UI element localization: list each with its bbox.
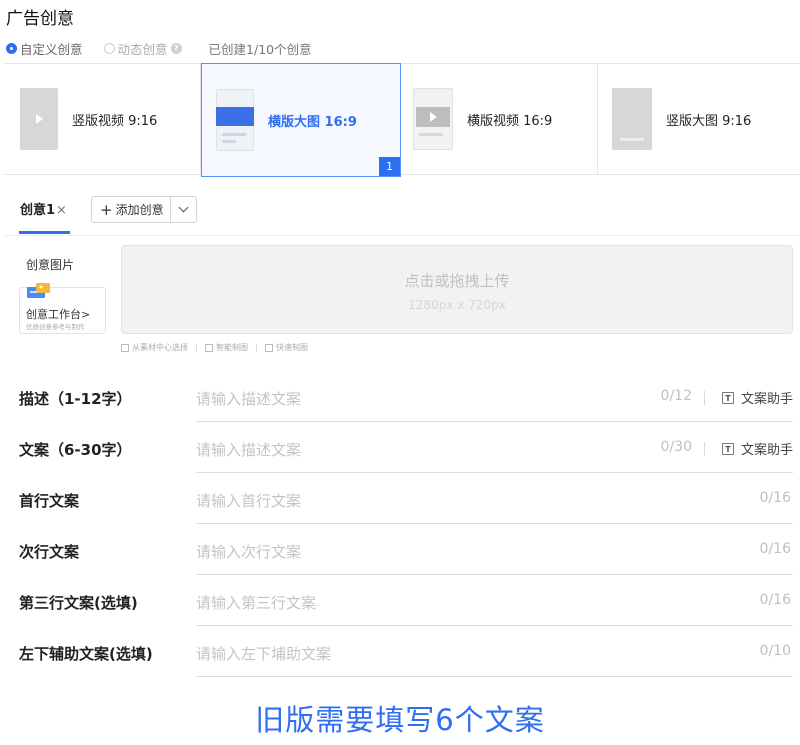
- format-selector: 竖版视频 9:16 横版大图 16:9 1 横版视频 16:9 竖版大图 9:1…: [4, 63, 800, 177]
- add-creative-button[interactable]: + 添加创意: [92, 197, 171, 222]
- field-bottom-left-copy: 左下辅助文案(选填) 请输入左下埔助文案 0/10: [19, 626, 793, 678]
- tab-creative-1[interactable]: 创意1×: [20, 199, 67, 218]
- char-counter: 0/30: [660, 439, 692, 455]
- helper-label: 文案助手: [740, 392, 793, 407]
- char-counter: 0/16: [759, 592, 791, 608]
- creative-image-label: 创意图片: [26, 258, 75, 272]
- smart-design-label: 智能制图: [216, 343, 248, 352]
- copy-assistant-button[interactable]: T 文案助手: [721, 439, 793, 458]
- quick-design-label: 快速制图: [276, 343, 308, 352]
- copy-input[interactable]: 请输入描述文案 0/30 T 文案助手: [196, 422, 793, 473]
- format-label: 横版视频 16:9: [467, 113, 553, 129]
- annotation-note: 旧版需要填写6个文案: [255, 703, 545, 737]
- add-creative-label: 添加创意: [115, 203, 164, 217]
- input-placeholder: 请输入次行文案: [196, 543, 302, 561]
- helper-label: 文案助手: [740, 443, 793, 458]
- divider: [256, 343, 257, 352]
- format-vertical-video[interactable]: 竖版视频 9:16: [4, 64, 201, 174]
- vertical-image-icon: [612, 88, 652, 150]
- char-counter: 0/16: [759, 490, 791, 506]
- field-label: 左下辅助文案(选填): [19, 645, 153, 663]
- format-horizontal-video[interactable]: 横版视频 16:9: [401, 64, 598, 174]
- format-label: 竖版大图 9:16: [666, 113, 752, 129]
- material-center-link[interactable]: 从素材中心选择: [121, 342, 188, 353]
- smart-design-icon: [205, 343, 213, 352]
- image-source-links: 从素材中心选择 智能制图 快速制图: [121, 342, 308, 353]
- folder-icon: [121, 343, 129, 352]
- section-title: 广告创意: [6, 9, 74, 29]
- text-icon: T: [721, 442, 734, 455]
- upload-size-hint: 1280px x 720px: [408, 298, 506, 312]
- divider: [704, 391, 705, 405]
- field-label: 首行文案: [19, 492, 80, 510]
- field-first-line: 首行文案 请输入首行文案 0/16: [19, 473, 793, 525]
- quick-design-icon: [265, 343, 273, 352]
- creative-tabs: 创意1× + 添加创意: [4, 186, 800, 236]
- creative-count: 已创建1/10个创意: [208, 41, 312, 57]
- first-line-input[interactable]: 请输入首行文案 0/16: [196, 473, 793, 524]
- help-icon[interactable]: ?: [170, 42, 182, 54]
- copy-assistant-button[interactable]: T 文案助手: [721, 388, 793, 407]
- material-center-label: 从素材中心选择: [132, 343, 188, 352]
- format-horizontal-image[interactable]: 横版大图 16:9 1: [201, 63, 401, 177]
- horizontal-image-icon: [216, 89, 254, 151]
- char-counter: 0/16: [759, 541, 791, 557]
- field-label: 描述（1-12字）: [19, 390, 132, 408]
- workbench-title: 创意工作台>: [26, 308, 91, 321]
- add-creative-dropdown[interactable]: [171, 202, 196, 213]
- active-tab-indicator: [19, 231, 70, 234]
- close-icon[interactable]: ×: [56, 203, 67, 218]
- input-placeholder: 请输入描述文案: [196, 441, 302, 459]
- input-placeholder: 请输入左下埔助文案: [196, 645, 332, 663]
- creative-workbench-link[interactable]: 创意工作台> 优质创意参考与制作: [19, 283, 106, 334]
- field-copy: 文案（6-30字） 请输入描述文案 0/30 T 文案助手: [19, 422, 793, 474]
- selected-count-badge: 1: [379, 157, 400, 176]
- input-placeholder: 请输入首行文案: [196, 492, 302, 510]
- plus-icon: +: [100, 200, 113, 219]
- field-description: 描述（1-12字） 请输入描述文案 0/12 T 文案助手: [19, 371, 793, 423]
- field-label: 文案（6-30字）: [19, 441, 132, 459]
- field-second-line: 次行文案 请输入次行文案 0/16: [19, 524, 793, 576]
- divider: [196, 343, 197, 352]
- format-label: 竖版视频 9:16: [72, 113, 158, 129]
- quick-design-link[interactable]: 快速制图: [265, 342, 308, 353]
- add-creative-button-group: + 添加创意: [91, 196, 197, 223]
- dynamic-creative-label: 动态创意: [117, 41, 168, 57]
- vertical-video-icon: [20, 88, 58, 150]
- field-label: 次行文案: [19, 543, 80, 561]
- third-line-input[interactable]: 请输入第三行文案 0/16: [196, 575, 793, 626]
- field-third-line: 第三行文案(选填) 请输入第三行文案 0/16: [19, 575, 793, 627]
- divider: [704, 442, 705, 456]
- bottom-left-copy-input[interactable]: 请输入左下埔助文案 0/10: [196, 626, 793, 677]
- format-vertical-image[interactable]: 竖版大图 9:16: [598, 64, 800, 174]
- image-upload-area[interactable]: 点击或拖拽上传 1280px x 720px: [121, 245, 793, 334]
- char-counter: 0/10: [759, 643, 791, 659]
- custom-creative-radio[interactable]: 自定义创意: [6, 39, 83, 58]
- text-icon: T: [721, 391, 734, 404]
- custom-creative-label: 自定义创意: [20, 41, 83, 57]
- description-input[interactable]: 请输入描述文案 0/12 T 文案助手: [196, 371, 793, 422]
- field-label: 第三行文案(选填): [19, 594, 138, 612]
- format-label: 横版大图 16:9: [268, 114, 357, 130]
- char-counter: 0/12: [660, 388, 692, 404]
- input-placeholder: 请输入第三行文案: [196, 594, 317, 612]
- input-placeholder: 请输入描述文案: [196, 390, 302, 408]
- smart-design-link[interactable]: 智能制图: [205, 342, 248, 353]
- creative-mode-selector: 自定义创意 动态创意 ? 已创建1/10个创意: [6, 39, 312, 57]
- chevron-down-icon: [178, 202, 189, 213]
- tab-label: 创意1: [20, 203, 56, 218]
- workbench-subtitle: 优质创意参考与制作: [26, 323, 85, 331]
- radio-checked-icon: [6, 42, 17, 54]
- radio-unchecked-icon: [103, 42, 115, 54]
- upload-title: 点击或拖拽上传: [404, 272, 510, 290]
- dynamic-creative-radio[interactable]: 动态创意 ?: [103, 39, 182, 58]
- second-line-input[interactable]: 请输入次行文案 0/16: [196, 524, 793, 575]
- horizontal-video-icon: [413, 88, 453, 150]
- workbench-icon: [27, 283, 50, 298]
